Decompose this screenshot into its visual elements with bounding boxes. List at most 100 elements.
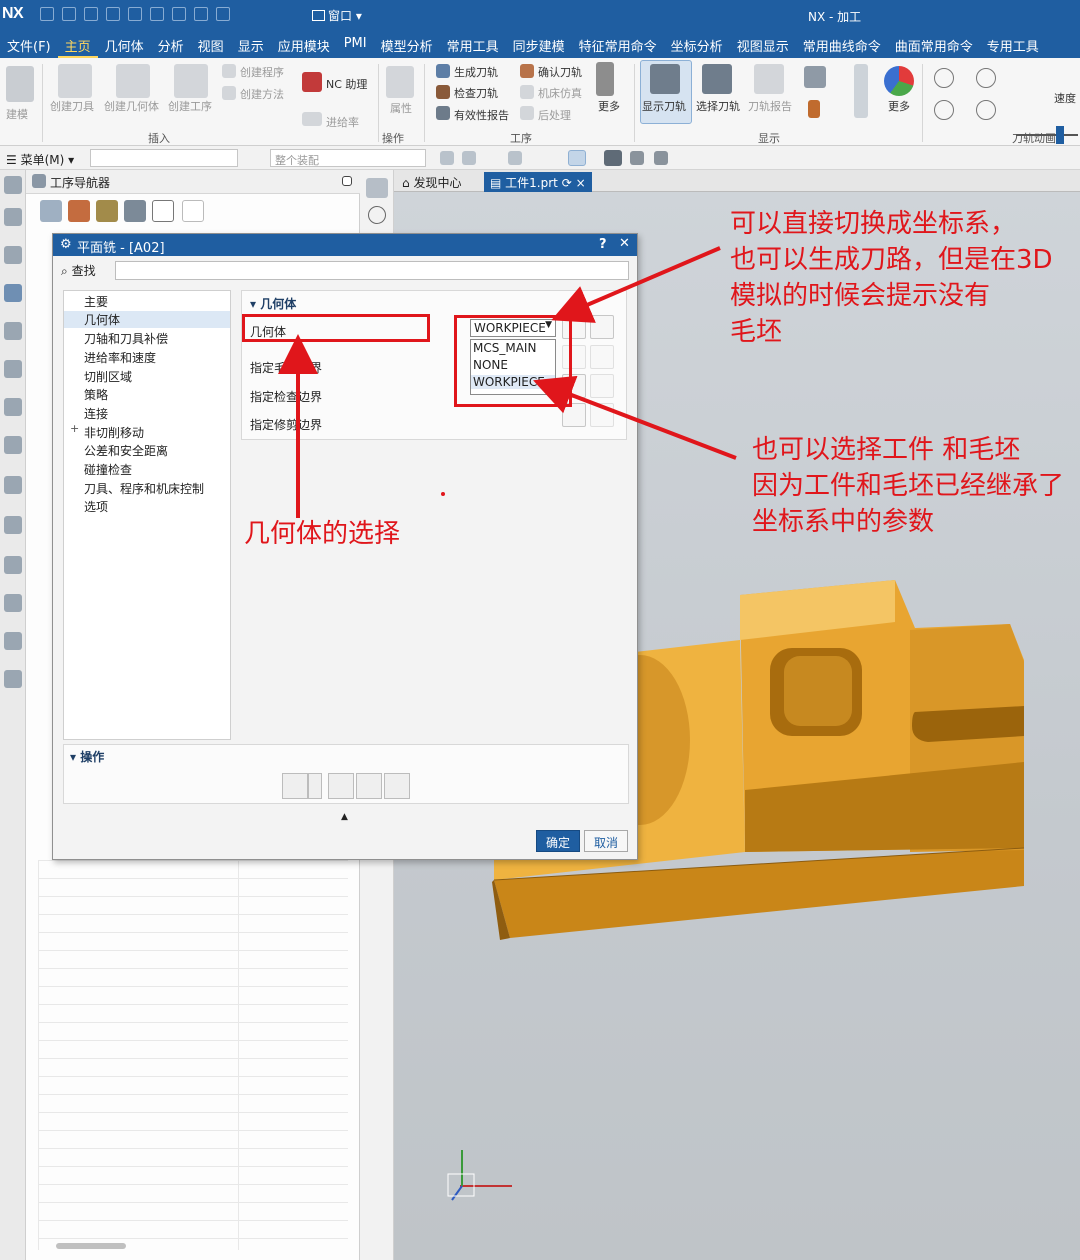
point-icon[interactable] <box>508 151 522 165</box>
collapse-caret-icon[interactable]: ▲ <box>341 812 348 822</box>
feature-navigator-icon[interactable] <box>4 398 22 416</box>
forward-icon[interactable] <box>976 100 996 120</box>
web-browser-icon[interactable] <box>4 516 22 534</box>
touch-mode-icon[interactable] <box>194 7 208 21</box>
dialog-gear-icon[interactable]: ⚙ <box>60 237 72 252</box>
tree-item-geometry[interactable]: 几何体 <box>64 311 230 328</box>
display-check-boundary-button[interactable] <box>590 374 614 398</box>
operation-navigator-icon[interactable] <box>4 284 22 302</box>
tree-item-tolerances[interactable]: 公差和安全距离 <box>84 442 168 459</box>
menu-common-tools[interactable]: 常用工具 <box>440 30 506 58</box>
copy-icon[interactable] <box>106 7 120 21</box>
snap-icon[interactable] <box>440 151 454 165</box>
properties-button[interactable]: 属性 <box>390 100 412 116</box>
solid-icon[interactable] <box>568 150 586 166</box>
clock-icon[interactable] <box>4 556 22 574</box>
play-icon[interactable] <box>976 68 996 88</box>
main-menu-button[interactable]: ☰ 菜单(M) ▾ <box>6 151 74 168</box>
mcs-icon[interactable] <box>604 150 622 166</box>
toolpath-report-button[interactable]: 刀轨报告 <box>748 98 792 114</box>
check-toolpath-button[interactable]: 检查刀轨 <box>454 85 498 101</box>
more-procedure-button[interactable]: 更多 <box>598 98 620 114</box>
tab-part-file[interactable]: ▤ 工件1.prt ⟳ × <box>484 172 592 192</box>
generate-button[interactable] <box>282 773 308 799</box>
feed-rate-button[interactable]: 进给率 <box>326 114 359 130</box>
step-back-icon[interactable] <box>934 68 954 88</box>
add-column-icon[interactable] <box>152 200 174 222</box>
process-icon[interactable] <box>4 632 22 650</box>
tool-library-icon[interactable] <box>4 360 22 378</box>
cancel-button[interactable]: 取消 <box>584 830 628 852</box>
move-arrows-icon[interactable] <box>854 64 868 118</box>
refresh-icon[interactable]: ⟳ <box>562 176 572 190</box>
program-view-icon[interactable] <box>40 200 62 222</box>
scope-filter-select[interactable]: 整个装配 <box>270 149 426 167</box>
menu-geometry[interactable]: 几何体 <box>98 30 151 58</box>
create-geometry-button[interactable]: 创建几何体 <box>104 98 159 114</box>
menu-display[interactable]: 显示 <box>231 30 271 58</box>
display-toolpath-button[interactable]: 显示刀轨 <box>642 98 686 114</box>
fit-view-icon[interactable] <box>366 178 388 198</box>
type-filter-select[interactable] <box>90 149 238 167</box>
tree-item-strategy[interactable]: 策略 <box>84 386 108 403</box>
tab-discovery-center[interactable]: ⌂ 发现中心 <box>396 172 467 192</box>
create-tool-button[interactable]: 创建刀具 <box>50 98 94 114</box>
machine-simulation-button[interactable]: 机床仿真 <box>538 85 582 101</box>
rewind-icon[interactable] <box>934 100 954 120</box>
operation-section-header[interactable]: ▾ 操作 <box>70 748 104 765</box>
assembly-navigator-icon[interactable] <box>4 246 22 264</box>
tree-item-machine-control[interactable]: 刀具、程序和机床控制 <box>84 480 204 497</box>
tree-item-non-cutting-moves[interactable]: 非切削移动 <box>84 424 144 441</box>
menu-surface-commands[interactable]: 曲面常用命令 <box>888 30 980 58</box>
roles-icon[interactable] <box>4 670 22 688</box>
paste-icon[interactable] <box>128 7 142 21</box>
select-icon[interactable] <box>462 151 476 165</box>
list-button[interactable] <box>384 773 410 799</box>
menu-analysis[interactable]: 分析 <box>151 30 191 58</box>
menu-curve-commands[interactable]: 常用曲线命令 <box>796 30 888 58</box>
geometry-view-icon[interactable] <box>96 200 118 222</box>
tree-item-options[interactable]: 选项 <box>84 498 108 515</box>
customize-icon[interactable] <box>172 7 186 21</box>
switch-window-icon[interactable] <box>216 7 230 21</box>
tree-item-collision-check[interactable]: 碰撞检查 <box>84 461 132 478</box>
create-method-button[interactable]: 创建方法 <box>240 86 284 102</box>
modeling-button[interactable]: 建模 <box>6 106 28 122</box>
menu-synchronous-modeling[interactable]: 同步建模 <box>506 30 572 58</box>
tree-item-connections[interactable]: 连接 <box>84 405 108 422</box>
replay-button[interactable] <box>328 773 354 799</box>
tool-display-icon[interactable] <box>808 100 820 118</box>
menu-feature-commands[interactable]: 特征常用命令 <box>572 30 664 58</box>
display-trim-boundary-button[interactable] <box>590 403 614 427</box>
menu-pmi[interactable]: PMI <box>337 30 374 58</box>
expand-icon[interactable]: + <box>70 422 79 435</box>
tree-item-cut-region[interactable]: 切削区域 <box>84 368 132 385</box>
machine-tool-icon[interactable] <box>4 322 22 340</box>
settings-gear-icon[interactable] <box>4 176 22 194</box>
close-icon[interactable]: × <box>576 176 586 190</box>
menu-model-analysis[interactable]: 模型分析 <box>374 30 440 58</box>
speed-slider-thumb[interactable] <box>1056 126 1064 144</box>
menu-file[interactable]: 文件(F) <box>0 30 58 58</box>
save-icon[interactable] <box>40 7 54 21</box>
cut-icon[interactable] <box>84 7 98 21</box>
geometry-section-header[interactable]: ▾ 几何体 <box>250 295 296 312</box>
tree-item-tool-axis[interactable]: 刀轴和刀具补偿 <box>84 330 168 347</box>
generate-options-dropdown[interactable] <box>308 773 322 799</box>
verify-toolpath-button[interactable]: 确认刀轨 <box>538 64 582 80</box>
help-icon[interactable]: ? <box>599 237 607 252</box>
maximize-icon[interactable] <box>342 176 352 186</box>
hide-icon[interactable] <box>654 151 668 165</box>
display-blank-boundary-button[interactable] <box>590 345 614 369</box>
tree-item-feeds-speeds[interactable]: 进给率和速度 <box>84 349 156 366</box>
window-menu[interactable]: 窗口 ▾ <box>312 7 362 24</box>
part-navigator-icon[interactable] <box>4 208 22 226</box>
menu-special-tools[interactable]: 专用工具 <box>980 30 1046 58</box>
find-input[interactable] <box>115 261 629 280</box>
method-view-icon[interactable] <box>124 200 146 222</box>
repeat-icon[interactable] <box>150 7 164 21</box>
delete-icon[interactable] <box>182 200 204 222</box>
tools-icon[interactable] <box>4 594 22 612</box>
validity-report-button[interactable]: 有效性报告 <box>454 107 509 123</box>
menu-applications[interactable]: 应用模块 <box>271 30 337 58</box>
